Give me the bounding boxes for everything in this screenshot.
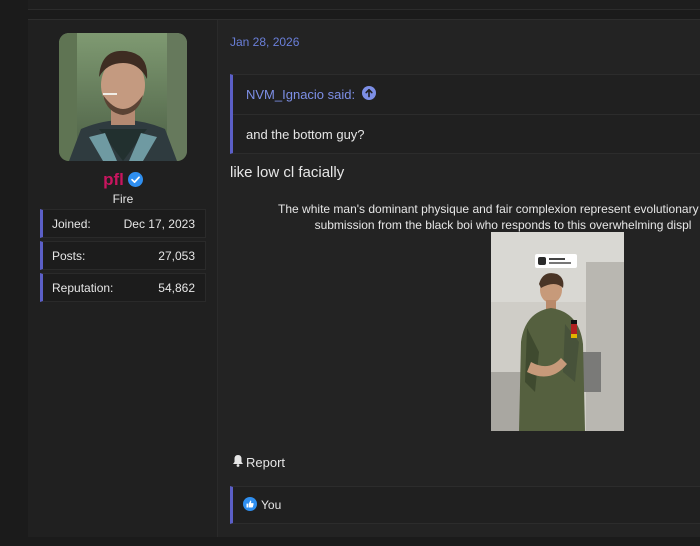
previous-post-edge [28,0,700,10]
stat-label: Reputation: [52,280,114,295]
bell-icon [232,454,244,470]
like-icon [243,496,257,514]
avatar[interactable] [59,33,187,161]
user-title: Fire [112,192,134,206]
post-date-link[interactable]: Jan 28, 2026 [230,35,299,49]
reaction-users[interactable]: You [261,498,281,512]
reactions-bar[interactable]: You [230,486,700,524]
post-content: Jan 28, 2026 NVM_Ignacio said: and the b… [218,20,700,538]
post-caption: The white man's dominant physique and fa… [218,201,700,233]
caption-line-2: submission from the black boi who respon… [314,218,692,232]
stat-value: 54,862 [158,280,195,295]
forum-post: pfl Fire Joined: Dec 17, 2023 Posts: 27,… [28,19,700,538]
verified-badge-icon [127,172,143,192]
avatar-image [59,33,187,161]
embedded-photo[interactable] [491,232,624,431]
user-info-column: pfl Fire Joined: Dec 17, 2023 Posts: 27,… [28,20,218,538]
quote-author-link[interactable]: NVM_Ignacio said: [246,87,355,102]
photo-image [491,232,624,431]
user-stats: Joined: Dec 17, 2023 Posts: 27,053 Reput… [40,209,206,305]
quote-block: NVM_Ignacio said: and the bottom guy? [230,74,700,154]
report-label: Report [246,454,286,470]
stat-value: Dec 17, 2023 [123,216,195,231]
report-button[interactable]: Report [232,454,285,470]
username-link[interactable]: pfl [103,170,124,189]
caption-line-1: The white man's dominant physique and fa… [278,202,700,216]
stat-label: Joined: [52,216,91,231]
stat-joined: Joined: Dec 17, 2023 [40,209,206,238]
post-message: like low cl facially [230,164,345,181]
page-bottom [28,537,700,546]
username-row: pfl [28,170,218,192]
quote-text: and the bottom guy? [246,127,365,142]
left-gutter [0,0,28,546]
jump-to-quote-icon[interactable] [362,86,377,103]
stat-label: Posts: [52,248,86,263]
quote-header: NVM_Ignacio said: [233,75,700,115]
stat-posts: Posts: 27,053 [40,241,206,270]
stat-value[interactable]: 27,053 [158,249,195,263]
stat-reputation: Reputation: 54,862 [40,273,206,302]
